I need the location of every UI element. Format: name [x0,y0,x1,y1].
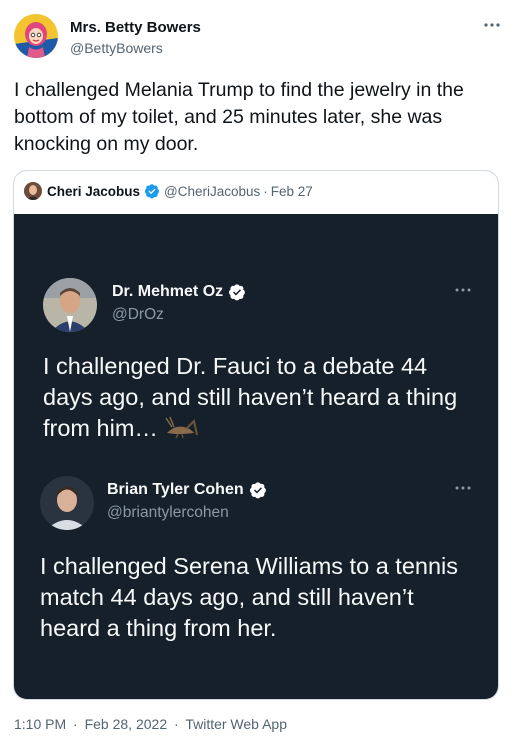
separator-dot: · [73,716,78,732]
quoted-tweet-header: Cheri Jacobus @CheriJacobus · Feb 27 [24,182,313,200]
tweet-source[interactable]: Twitter Web App [185,716,287,732]
tweet-text: I challenged Melania Trump to find the j… [14,79,464,155]
inner-avatar-btc [40,476,94,530]
inner-tweet-2-name: Brian Tyler Cohen [107,481,267,499]
verified-badge-icon [249,482,266,499]
author-name[interactable]: Mrs. Betty Bowers [70,19,201,36]
more-horizontal-icon[interactable] [482,18,502,32]
more-horizontal-icon [454,480,472,496]
author-avatar[interactable] [14,14,58,58]
quoted-screenshot-image: Dr. Mehmet Oz @DrOz I challenged Dr. Fau… [14,214,498,699]
inner-avatar-droz [43,278,97,332]
verified-badge-icon [229,284,246,301]
separator-dot: · [174,716,179,732]
inner-tweet-2-handle: @briantylercohen [107,504,229,521]
inner-tweet-2-name-text: Brian Tyler Cohen [107,481,244,498]
more-horizontal-icon [454,282,472,298]
inner-tweet-1-handle: @DrOz [112,306,164,323]
inner-tweet-2-text: I challenged Serena Williams to a tennis… [40,553,458,641]
quoted-tweet-date[interactable]: Feb 27 [271,184,313,199]
tweet-meta: 1:10 PM · Feb 28, 2022 · Twitter Web App [14,716,290,732]
tweet-date[interactable]: Feb 28, 2022 [85,716,168,732]
verified-badge-icon [144,184,160,199]
tweet-time[interactable]: 1:10 PM [14,716,66,732]
author-handle[interactable]: @BettyBowers [70,40,163,56]
inner-tweet-1-text-content: I challenged Dr. Fauci to a debate 44 da… [43,353,458,441]
separator-dot: · [263,183,268,199]
quoted-author-avatar[interactable] [24,182,42,200]
inner-tweet-1-name-text: Dr. Mehmet Oz [112,283,224,300]
cricket-emoji-icon [165,416,199,439]
quoted-tweet[interactable]: Cheri Jacobus @CheriJacobus · Feb 27 Dr.… [13,170,499,700]
quoted-author-name[interactable]: Cheri Jacobus [47,184,140,199]
quoted-author-handle[interactable]: @CheriJacobus [164,184,260,199]
tweet-card: Mrs. Betty Bowers @BettyBowers I challen… [0,0,529,750]
inner-tweet-1-text: I challenged Dr. Fauci to a debate 44 da… [43,351,483,444]
inner-tweet-1-name: Dr. Mehmet Oz [112,283,246,301]
